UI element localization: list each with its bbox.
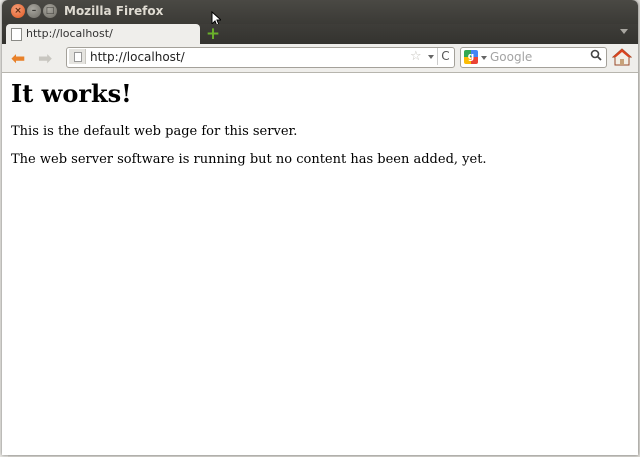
forward-icon[interactable]: ➡ (38, 49, 52, 69)
window-title: Mozilla Firefox (64, 4, 164, 18)
page-icon (74, 52, 82, 62)
home-icon[interactable] (611, 47, 633, 67)
page-content: It works! This is the default web page f… (2, 73, 638, 455)
url-bar[interactable]: http://localhost/ ☆ C (66, 47, 455, 68)
bookmark-star-icon[interactable]: ☆ (410, 49, 422, 64)
site-identity-icon[interactable] (69, 49, 86, 64)
tab-localhost[interactable]: http://localhost/ (6, 24, 200, 44)
page-heading: It works! (11, 79, 132, 108)
new-tab-icon[interactable]: + (204, 26, 222, 43)
browser-window: × – □ Mozilla Firefox http://localhost/ … (2, 0, 638, 455)
close-icon[interactable]: × (11, 4, 25, 18)
page-icon (11, 28, 22, 41)
url-history-dropdown-icon[interactable] (428, 55, 434, 59)
maximize-icon[interactable]: □ (43, 4, 57, 18)
search-bar[interactable]: g Google (460, 47, 607, 68)
minimize-icon[interactable]: – (27, 4, 41, 18)
tab-list-chevron-icon[interactable] (620, 29, 628, 34)
reload-icon[interactable]: C (437, 48, 453, 65)
search-engine-dropdown-icon[interactable] (481, 56, 487, 60)
search-input[interactable]: Google (490, 50, 532, 64)
page-paragraph: The web server software is running but n… (11, 152, 487, 167)
title-bar[interactable]: × – □ Mozilla Firefox (2, 0, 638, 27)
tab-label: http://localhost/ (26, 27, 113, 40)
page-paragraph: This is the default web page for this se… (11, 124, 298, 139)
search-icon[interactable] (590, 49, 602, 65)
google-icon[interactable]: g (464, 50, 478, 64)
url-input[interactable]: http://localhost/ (90, 50, 185, 64)
back-icon[interactable]: ⬅ (11, 49, 25, 69)
